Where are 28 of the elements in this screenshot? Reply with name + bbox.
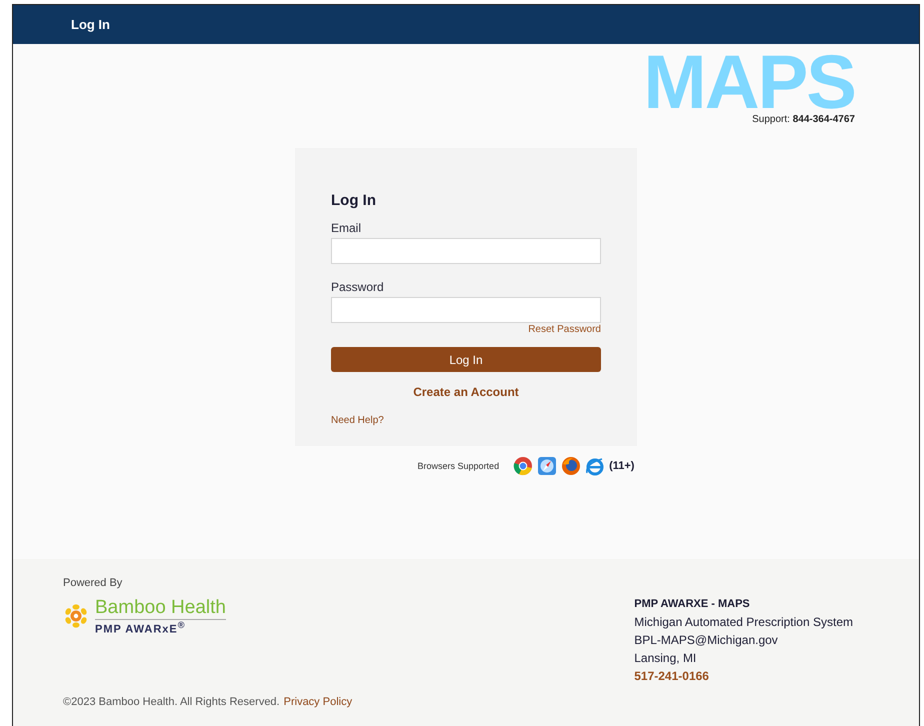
contact-line: Lansing, MI xyxy=(634,650,698,667)
page-title: Log In xyxy=(71,17,110,32)
product-name: PMP AWARxE$^{®}$ xyxy=(95,620,186,636)
flower-icon xyxy=(63,603,89,630)
contact-title: PMP AWARXE - MAPS xyxy=(634,597,751,612)
input-field[interactable] xyxy=(331,297,601,323)
create-account-link[interactable]: Create an Account xyxy=(413,385,519,399)
chrome-icon xyxy=(513,456,534,476)
version-note: (11+) xyxy=(609,460,634,472)
contact-line: Michigan Automated Prescription System xyxy=(634,614,853,631)
reset-password-link[interactable]: Reset Password xyxy=(528,324,601,335)
field-label: Password xyxy=(331,280,385,294)
help-link[interactable]: Need Help? xyxy=(331,415,384,426)
contact-line: BPL-MAPS@Michigan.gov xyxy=(634,632,779,649)
login-button[interactable]: Log In xyxy=(331,347,601,372)
logo-text: MAPS xyxy=(643,50,855,116)
support-phone: Support: 844-364-4767 xyxy=(752,114,855,125)
brand-name: Bamboo Health xyxy=(95,597,226,620)
ie-icon xyxy=(585,456,606,476)
compass-icon xyxy=(537,456,558,476)
field-label: Email xyxy=(331,221,362,235)
login-heading: Log In xyxy=(331,192,377,209)
input-field[interactable] xyxy=(331,238,601,264)
contact-phone: 517-241-0166 xyxy=(634,668,710,685)
privacy-policy-link[interactable]: Privacy Policy xyxy=(284,696,352,708)
copyright-text: ©2023 Bamboo Health. All Rights Reserved. xyxy=(63,696,280,708)
powered-by-label: Powered By xyxy=(63,577,124,589)
browsers-label: Browsers Supported xyxy=(418,461,500,471)
